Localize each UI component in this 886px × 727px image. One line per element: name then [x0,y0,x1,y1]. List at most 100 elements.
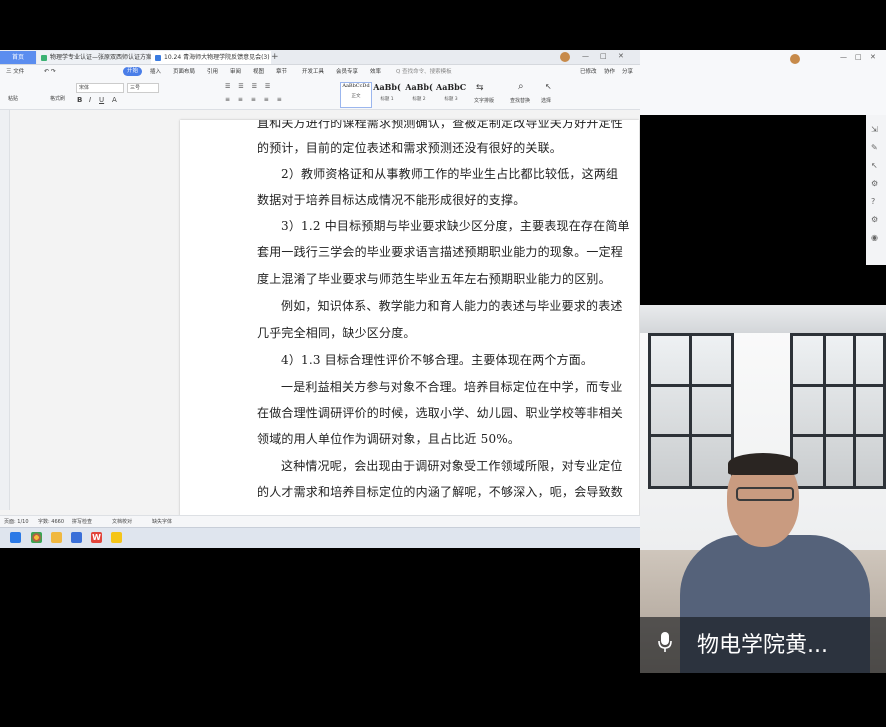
text-layout-button[interactable]: 文字排版 [474,97,494,104]
doc-line: 2）教师资格证和从事教师工作的毕业生占比都比较低，这两组 [281,167,619,181]
app-icon[interactable] [111,532,122,543]
maximize-icon[interactable]: □ [600,52,607,60]
help-icon[interactable]: ? [871,197,875,206]
desktop-screen: 首页 物理学专业认证—张原双西师认证方案 10.24 青海师大物理学院反馈意见会… [0,50,640,548]
pen-icon[interactable]: ✎ [871,143,878,152]
doc-icon [155,54,161,61]
menu-chapter[interactable]: 章节 [276,65,287,79]
minimize-icon[interactable]: — [582,52,589,60]
style-sample: AaBb( [373,82,401,92]
menu-layout[interactable]: 页面布局 [173,65,195,79]
style-sample: AaBb( [405,82,433,92]
cursor-icon[interactable]: ↖ [871,161,878,170]
text-layout-icon: ⇆ [476,83,484,93]
doc-line: 这种情况呢，会出现由于调研对象受工作领域所限，对专业定位 [281,459,623,473]
search-icon: ⌕ [518,81,524,92]
doc-line: 直和关方进行的课程需求预测确认，查被定制定改导业关方好开定性 [257,120,624,130]
settings-icon[interactable]: ⚙ [871,179,878,188]
participant-hair [728,453,798,475]
menu-developer[interactable]: 开发工具 [302,65,324,79]
doc-line: 的预计，目前的定位表述和需求预测还没有很好的关联。 [257,141,563,155]
maximize-icon[interactable]: □ [855,53,862,61]
bold-icon[interactable]: B [77,96,82,104]
side-tool-icon[interactable]: ⇲ [871,125,878,134]
menu-reference[interactable]: 引用 [207,65,218,79]
doc-line: 3）1.2 中目标预期与毕业要求缺少区分度，主要表现在存在简单 [281,219,630,233]
document-page[interactable]: 直和关方进行的课程需求预测确认，查被定制定改导业关方好开定性 的预计，目前的定位… [180,120,639,516]
room-window [648,333,734,489]
windows-start-icon[interactable] [10,532,21,543]
format-painter-button[interactable]: 格式刷 [50,95,65,102]
menu-insert[interactable]: 插入 [150,65,161,79]
command-search[interactable]: Q 查找命令、搜索模板 [396,65,452,79]
location-icon[interactable]: ◉ [871,233,878,242]
avatar[interactable] [560,52,570,62]
participant-glasses [736,487,794,501]
italic-icon[interactable]: I [89,96,91,104]
paste-button[interactable]: 粘贴 [8,95,18,102]
share-button[interactable]: 分享 [622,65,633,79]
style-label: 标题 3 [444,97,458,102]
style-label: 正文 [351,94,361,99]
microphone-icon [658,632,672,652]
doc-line: 几乎完全相同，缺少区分度。 [257,326,416,340]
menu-file[interactable]: 三 文件 [6,65,24,79]
find-replace-button[interactable]: 查找替换 [510,97,530,104]
ribbon-toolbar: 粘贴 格式刷 宋体 三号 B I U A ☰ ☰ ☰ ☰ ≡ ≡ ≡ ≡ ≡ A… [0,79,640,110]
tab-document-2-label: 10.24 青海师大物理学院反馈意见会(3) [164,54,270,61]
modified-status: 已修改 [580,69,597,75]
side-toolbar: ⇲ ✎ ↖ ⚙ ? ⚙ ◉ [866,115,886,265]
minimize-icon[interactable]: — [840,53,847,61]
folder-icon[interactable] [51,532,62,543]
new-tab-icon[interactable]: + [271,50,279,64]
underline-icon[interactable]: U [99,96,104,104]
collab-button[interactable]: 协作 [604,65,615,79]
doc-line: 例如，知识体系、教学能力和育人能力的表述与毕业要求的表述 [281,299,623,313]
font-color-icon[interactable]: A [112,96,117,104]
doc-line: 套用一践行三学会的毕业要求语言描述预期职业能力的现象。一定程 [257,245,624,259]
font-name-select[interactable]: 宋体 [76,83,124,93]
avatar[interactable] [790,54,800,64]
tab-document-2[interactable]: 10.24 青海师大物理学院反馈意见会(3) [151,51,271,64]
style-sample: AaBbCcDd [342,83,370,89]
style-heading-1[interactable]: AaBb( 标题 1 [372,82,402,106]
close-icon[interactable]: ✕ [870,53,876,61]
participant-name: 物电学院黄... [697,633,828,658]
menu-efficiency[interactable]: 效率 [370,65,381,79]
tab-home[interactable]: 首页 [0,51,36,64]
doc-line: 度上混淆了毕业要求与师范生毕业五年左右预期职业能力的区别。 [257,272,611,286]
style-label: 标题 1 [380,97,394,102]
doc-line: 的人才需求和培养目标定位的内涵了解呢，不够深入，呃，会导致数 [257,485,624,499]
vertical-ruler [0,110,10,510]
menu-start[interactable]: 开始 [123,67,143,76]
tab-bar: 首页 物理学专业认证—张原双西师认证方案 10.24 青海师大物理学院反馈意见会… [0,50,640,65]
menu-review[interactable]: 审阅 [230,65,241,79]
meeting-app-icon[interactable] [71,532,82,543]
list-icon[interactable]: ☰ ☰ ☰ ☰ [225,83,273,90]
tab-document-1[interactable]: 物理学专业认证—张原双西师认证方案 [37,51,153,64]
style-heading-2[interactable]: AaBb( 标题 2 [404,82,434,106]
ceiling [640,305,886,333]
doc-line: 在做合理性调研评价的时候，选取小学、幼儿园、职业学校等非相关 [257,406,624,420]
style-label: 标题 2 [412,97,426,102]
tab-document-1-label: 物理学专业认证—张原双西师认证方案 [50,54,153,61]
menu-view[interactable]: 视图 [253,65,264,79]
participant-name-bar: 物电学院黄... [640,617,886,673]
doc-icon [41,54,47,61]
menu-member[interactable]: 会员专享 [336,65,358,79]
style-normal[interactable]: AaBbCcDd 正文 [340,82,372,108]
browser-icon[interactable] [31,532,42,543]
undo-icon[interactable]: ↶ ↷ [44,65,56,79]
select-button[interactable]: 选择 [541,97,551,104]
gear-icon[interactable]: ⚙ [871,215,878,224]
cursor-icon: ↖ [545,82,552,91]
participant-video[interactable]: 物电学院黄... [640,305,886,673]
close-icon[interactable]: ✕ [618,52,624,60]
align-icon[interactable]: ≡ ≡ ≡ ≡ ≡ [225,96,285,103]
font-size-select[interactable]: 三号 [127,83,159,93]
doc-line: 数据对于培养目标达成情况不能形成很好的支撑。 [257,193,526,207]
toolbar-right-extension: — □ ✕ [640,50,886,115]
style-heading-3[interactable]: AaBbC 标题 3 [436,82,466,106]
style-sample: AaBbC [436,82,467,92]
wps-icon[interactable]: W [91,532,102,543]
